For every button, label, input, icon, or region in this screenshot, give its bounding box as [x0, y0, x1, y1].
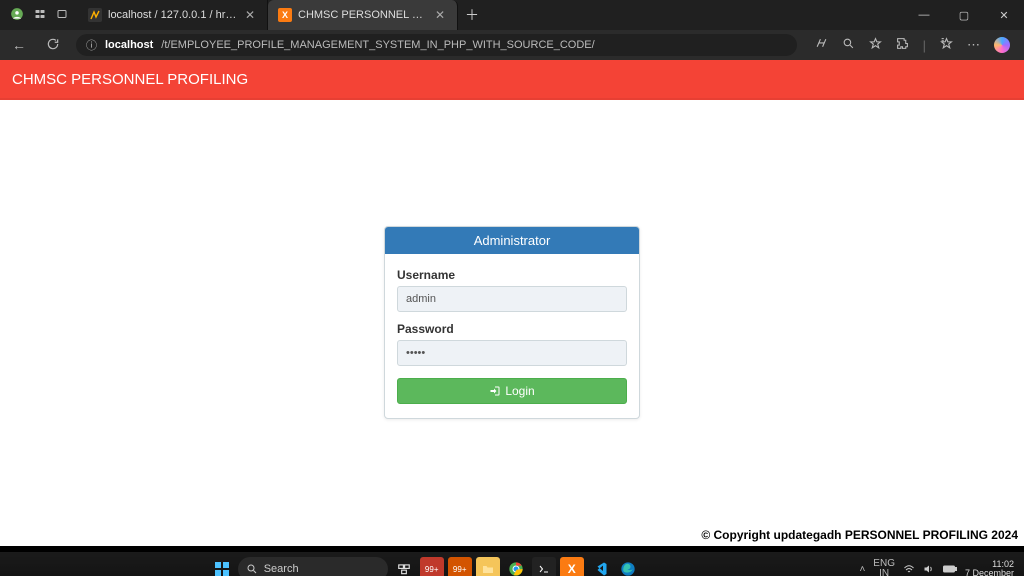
password-input[interactable]: [397, 340, 627, 366]
close-button[interactable]: ✕: [984, 0, 1024, 30]
language-indicator[interactable]: ENG IN: [873, 559, 895, 576]
signin-icon: [489, 385, 501, 397]
tray-chevron-icon[interactable]: ˄: [859, 564, 865, 575]
tab-phpmyadmin[interactable]: localhost / 127.0.0.1 / hrm / tbl_p ✕: [78, 0, 268, 30]
search-icon: [246, 563, 258, 575]
tab-actions-icon[interactable]: [56, 8, 68, 23]
login-card: Administrator Username Password Login: [384, 226, 640, 419]
read-aloud-icon[interactable]: [815, 37, 828, 53]
copilot-icon[interactable]: [994, 37, 1010, 53]
taskbar-search[interactable]: Search: [238, 557, 388, 576]
username-label: Username: [397, 268, 627, 282]
refresh-button[interactable]: [42, 37, 64, 54]
url-path: /t/EMPLOYEE_PROFILE_MANAGEMENT_SYSTEM_IN…: [161, 39, 594, 51]
close-icon[interactable]: ✕: [433, 8, 447, 22]
tab-label: localhost / 127.0.0.1 / hrm / tbl_p: [108, 9, 237, 21]
password-label: Password: [397, 322, 627, 336]
page-viewport: CHMSC PERSONNEL PROFILING Administrator …: [0, 60, 1024, 546]
search-placeholder: Search: [264, 563, 299, 575]
taskbar-app-1[interactable]: 99+: [420, 557, 444, 576]
copyright-text: © Copyright updategadh PERSONNEL PROFILI…: [701, 528, 1018, 542]
window-controls: ― ▢ ✕: [904, 0, 1024, 30]
maximize-button[interactable]: ▢: [944, 0, 984, 30]
tab-label: CHMSC PERSONNEL PROFILE: [298, 9, 427, 21]
zoom-icon[interactable]: [842, 37, 855, 53]
system-clock[interactable]: 11:02 7 December: [965, 560, 1014, 576]
xampp-favicon: X: [278, 8, 292, 22]
address-bar[interactable]: ⓘ localhost /t/EMPLOYEE_PROFILE_MANAGEME…: [76, 34, 797, 56]
tab-chmsc[interactable]: X CHMSC PERSONNEL PROFILE ✕: [268, 0, 458, 30]
app-header: CHMSC PERSONNEL PROFILING: [0, 60, 1024, 100]
terminal-icon[interactable]: [532, 557, 556, 576]
login-button-label: Login: [505, 384, 534, 398]
favorites-bar-icon[interactable]: [940, 37, 953, 53]
page-title: CHMSC PERSONNEL PROFILING: [12, 71, 248, 88]
vscode-icon[interactable]: [588, 557, 612, 576]
xampp-icon[interactable]: X: [560, 557, 584, 576]
wifi-icon[interactable]: [903, 564, 915, 574]
favorite-icon[interactable]: [869, 37, 882, 53]
task-view-icon[interactable]: [392, 557, 416, 576]
browser-titlebar: localhost / 127.0.0.1 / hrm / tbl_p ✕ X …: [0, 0, 1024, 30]
tab-strip: localhost / 127.0.0.1 / hrm / tbl_p ✕ X …: [78, 0, 486, 30]
minimize-button[interactable]: ―: [904, 0, 944, 30]
new-tab-button[interactable]: ＋: [458, 0, 486, 30]
battery-icon[interactable]: [943, 565, 957, 573]
start-button[interactable]: [210, 557, 234, 576]
explorer-icon[interactable]: [476, 557, 500, 576]
taskbar-app-2[interactable]: 99+: [448, 557, 472, 576]
taskbar: Search 99+ 99+ X ˄ ENG IN: [0, 552, 1024, 576]
browser-toolbar: ← ⓘ localhost /t/EMPLOYEE_PROFILE_MANAGE…: [0, 30, 1024, 60]
login-heading: Administrator: [385, 227, 639, 254]
chrome-icon[interactable]: [504, 557, 528, 576]
more-icon[interactable]: ⋯: [967, 37, 980, 53]
url-host: localhost: [105, 39, 153, 51]
workspaces-icon[interactable]: [34, 8, 46, 23]
site-info-icon[interactable]: ⓘ: [86, 37, 97, 53]
phpmyadmin-favicon: [88, 8, 102, 22]
clock-date: 7 December: [965, 569, 1014, 576]
close-icon[interactable]: ✕: [243, 8, 257, 22]
login-button[interactable]: Login: [397, 378, 627, 404]
edge-icon[interactable]: [616, 557, 640, 576]
extensions-icon[interactable]: [896, 37, 909, 53]
back-button[interactable]: ←: [8, 37, 30, 53]
profile-icon[interactable]: [10, 7, 24, 24]
volume-icon[interactable]: [923, 564, 935, 574]
username-input[interactable]: [397, 286, 627, 312]
